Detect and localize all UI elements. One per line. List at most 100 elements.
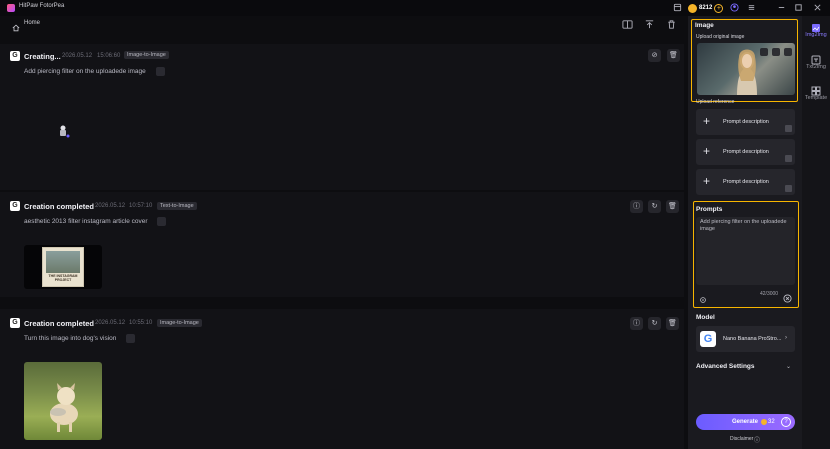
card-date: 2026.05.12 <box>95 203 126 209</box>
uploaded-original-image[interactable] <box>697 43 795 95</box>
prompt-description-label: Prompt description <box>723 179 769 185</box>
app-logo-icon <box>7 4 15 12</box>
upload-reference-label: Upload reference <box>696 99 735 105</box>
delete-icon[interactable]: 🗑 <box>666 200 679 213</box>
rail-item-img2img[interactable]: Img2Img <box>802 20 830 38</box>
image-section-title: Image <box>695 22 714 29</box>
image-icon <box>785 185 792 192</box>
template-grid-icon <box>811 83 821 96</box>
minimize-icon[interactable] <box>776 3 786 13</box>
card-status: Creation completed <box>24 319 95 328</box>
rail-item-label: Txt2Img <box>806 64 826 70</box>
generate-cost: 32 <box>768 419 775 425</box>
maximize-icon[interactable] <box>793 3 803 13</box>
google-model-icon: G <box>10 51 20 61</box>
menu-icon[interactable] <box>746 3 756 13</box>
home-link[interactable]: Home <box>24 20 40 26</box>
rail-item-template[interactable]: Template <box>802 83 830 101</box>
card-mode-tag: Text-to-Image <box>157 202 197 210</box>
card-prompt: Add piercing filter on the uploadede ima… <box>24 68 146 75</box>
prompt-settings-icon[interactable] <box>699 291 707 303</box>
google-model-icon: G <box>10 201 20 211</box>
info-icon[interactable]: ⓘ <box>630 317 643 330</box>
user-avatar-icon[interactable] <box>729 3 739 13</box>
reference-upload-slot-1[interactable]: + Prompt description <box>696 109 795 135</box>
app-title: HitPaw FotorPea <box>19 3 65 9</box>
model-name: Nano Banana ProStro... <box>723 336 782 342</box>
prompt-description-label: Prompt description <box>723 149 769 155</box>
card-mode-tag: Image-to-Image <box>124 51 169 59</box>
prompt-character-counter: 42/3000 <box>760 291 779 297</box>
google-logo-icon: G <box>700 331 716 347</box>
delete-image-icon[interactable] <box>784 48 792 56</box>
home-icon[interactable] <box>12 19 20 32</box>
copy-prompt-icon[interactable] <box>156 67 165 76</box>
coin-icon <box>688 3 697 13</box>
crop-image-icon[interactable] <box>772 48 780 56</box>
delete-icon[interactable]: 🗑 <box>667 49 680 62</box>
rail-item-label: Template <box>804 95 828 101</box>
card-status: Creation completed <box>24 202 95 211</box>
result-thumbnail-image[interactable]: THE INSTAGRAM PROJECT <box>42 247 84 287</box>
reference-upload-slot-2[interactable]: + Prompt description <box>696 139 795 165</box>
add-icon: + <box>703 114 711 128</box>
help-icon[interactable]: ? <box>781 417 791 427</box>
info-icon: ⓘ <box>754 438 761 444</box>
add-icon: + <box>703 144 711 158</box>
google-model-icon: G <box>10 318 20 328</box>
mode-rail <box>802 16 830 449</box>
credits-count: 8212 <box>699 5 713 11</box>
card-date: 2026.05.12 <box>62 53 93 59</box>
scroll-top-icon[interactable] <box>644 17 655 29</box>
chevron-down-icon[interactable]: ⌄ <box>786 363 791 370</box>
loading-spinner-icon <box>57 124 70 138</box>
regenerate-icon[interactable]: ↻ <box>648 317 661 330</box>
cancel-icon[interactable]: ⊘ <box>648 49 661 62</box>
rail-item-label: Img2Img <box>805 32 827 38</box>
title-bar: HitPaw FotorPea 8212 + <box>0 0 830 16</box>
card-status: Creating... <box>24 52 61 61</box>
regenerate-icon[interactable]: ↻ <box>648 200 661 213</box>
add-icon: + <box>703 174 711 188</box>
credits-balance[interactable]: 8212 + <box>688 3 724 13</box>
close-icon[interactable] <box>812 3 822 13</box>
advanced-settings-toggle[interactable]: Advanced Settings <box>696 363 755 370</box>
card-date: 2026.05.12 <box>95 320 126 326</box>
clear-prompt-icon[interactable] <box>783 290 792 303</box>
copy-prompt-icon[interactable] <box>126 334 135 343</box>
creation-card-text-to-image: G Creation completed 2026.05.12 10:57:10… <box>0 192 684 297</box>
thumbnail-caption: THE INSTAGRAM PROJECT <box>48 274 78 282</box>
prompt-text: Add piercing filter on the uploadede ima… <box>700 219 787 232</box>
creation-card-creating: G Creating... 2026.05.12 15:06:60 Image-… <box>0 44 684 190</box>
prompts-section-title: Prompts <box>696 206 723 213</box>
add-credits-icon[interactable]: + <box>714 3 724 13</box>
replace-image-icon[interactable] <box>760 48 768 56</box>
creation-card-image-to-image: G Creation completed 2026.05.12 10:55:10… <box>0 309 684 449</box>
info-icon[interactable]: ⓘ <box>630 200 643 213</box>
window-icon[interactable] <box>672 3 682 13</box>
card-time: 15:06:60 <box>97 53 121 59</box>
model-section-title: Model <box>696 314 715 321</box>
image-edit-icon <box>811 20 821 32</box>
image-icon <box>785 155 792 162</box>
rail-item-txt2img[interactable]: Txt2Img <box>802 52 830 70</box>
card-prompt: aesthetic 2013 filter instagram article … <box>24 218 148 225</box>
delete-all-icon[interactable] <box>666 17 677 29</box>
gallery-icon[interactable] <box>622 17 633 29</box>
coin-icon <box>761 419 767 425</box>
prompt-description-label: Prompt description <box>723 119 769 125</box>
copy-prompt-icon[interactable] <box>157 217 166 226</box>
card-time: 10:55:10 <box>129 320 153 326</box>
chevron-right-icon: › <box>785 335 787 341</box>
result-thumbnail-image[interactable] <box>24 362 102 440</box>
image-icon <box>785 125 792 132</box>
disclaimer-link[interactable]: Disclaimer <box>730 436 753 442</box>
reference-upload-slot-3[interactable]: + Prompt description <box>696 169 795 195</box>
upload-original-label: Upload original image <box>696 34 745 40</box>
card-prompt: Turn this image into dog's vision <box>24 335 117 342</box>
card-mode-tag: Image-to-Image <box>157 319 202 327</box>
generate-label: Generate <box>732 419 759 425</box>
delete-icon[interactable]: 🗑 <box>666 317 679 330</box>
card-time: 10:57:10 <box>129 203 153 209</box>
text-image-icon <box>811 52 821 65</box>
